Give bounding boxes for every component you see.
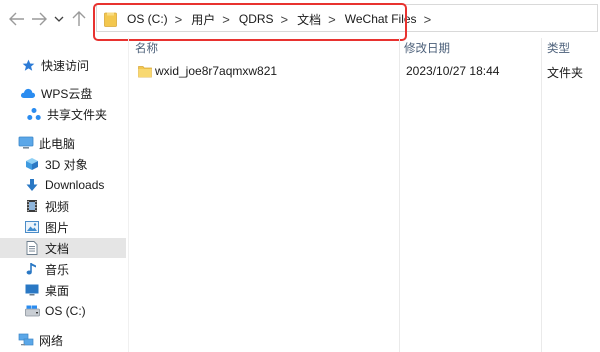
column-header-name[interactable]: 名称 bbox=[135, 40, 158, 56]
pane-divider bbox=[128, 38, 129, 352]
cloud-icon bbox=[20, 85, 36, 101]
sidebar-item-label: 桌面 bbox=[45, 283, 70, 298]
breadcrumb-item-drive[interactable]: OS (C:) bbox=[127, 12, 168, 26]
desktop-icon bbox=[24, 282, 40, 298]
sidebar-item-label: 图片 bbox=[45, 220, 70, 235]
star-icon bbox=[20, 57, 36, 73]
sidebar-item-network[interactable]: 网络 bbox=[0, 330, 144, 350]
file-modified: 2023/10/27 18:44 bbox=[406, 64, 500, 78]
column-divider[interactable] bbox=[541, 38, 542, 352]
music-icon bbox=[24, 261, 40, 277]
back-button[interactable] bbox=[8, 8, 26, 30]
sidebar-item-wps-cloud[interactable]: WPS云盘 bbox=[0, 83, 146, 103]
breadcrumb: OS (C:) > 用户 > QDRS > 文档 > WeChat Files … bbox=[104, 8, 440, 30]
breadcrumb-separator[interactable]: > bbox=[281, 12, 289, 27]
network-icon bbox=[18, 332, 34, 348]
breadcrumb-separator[interactable]: > bbox=[424, 12, 432, 27]
breadcrumb-separator[interactable]: > bbox=[175, 12, 183, 27]
folder-icon bbox=[104, 12, 117, 27]
sidebar-item-shared-folder[interactable]: 共享文件夹 bbox=[0, 104, 152, 124]
document-icon bbox=[24, 240, 40, 256]
sidebar-item-this-pc[interactable]: 此电脑 bbox=[0, 133, 144, 153]
share-icon bbox=[26, 106, 42, 122]
computer-icon bbox=[18, 135, 34, 151]
column-header-modified[interactable]: 修改日期 bbox=[404, 40, 450, 56]
up-button[interactable] bbox=[70, 8, 88, 30]
sidebar-item-label: WPS云盘 bbox=[41, 86, 93, 101]
image-icon bbox=[24, 219, 40, 235]
sidebar-item-label: OS (C:) bbox=[45, 304, 86, 318]
file-name: wxid_joe8r7aqmxw821 bbox=[155, 64, 278, 78]
column-divider[interactable] bbox=[399, 38, 400, 352]
breadcrumb-separator[interactable]: > bbox=[328, 12, 336, 27]
arrow-up-icon bbox=[72, 11, 86, 27]
breadcrumb-item-wechat-files[interactable]: WeChat Files bbox=[345, 12, 417, 26]
sidebar-item-label: 文档 bbox=[45, 241, 70, 256]
sidebar-item-label: 网络 bbox=[39, 333, 64, 348]
video-icon bbox=[24, 198, 40, 214]
breadcrumb-item-user[interactable]: QDRS bbox=[239, 12, 274, 26]
sidebar-item-quick-access[interactable]: 快速访问 bbox=[0, 55, 146, 75]
breadcrumb-item-users[interactable]: 用户 bbox=[191, 11, 215, 28]
folder-icon bbox=[138, 64, 152, 81]
breadcrumb-item-documents[interactable]: 文档 bbox=[297, 11, 321, 28]
table-row[interactable]: wxid_joe8r7aqmxw821 2023/10/27 18:44 文件夹 bbox=[130, 61, 600, 81]
forward-button[interactable] bbox=[30, 8, 48, 30]
file-type: 文件夹 bbox=[547, 66, 584, 80]
sidebar-item-label: 快速访问 bbox=[41, 58, 90, 73]
column-header-type[interactable]: 类型 bbox=[547, 40, 570, 56]
sidebar-item-label: 视频 bbox=[45, 199, 70, 214]
download-icon bbox=[24, 177, 40, 193]
sidebar-item-label: 此电脑 bbox=[39, 136, 76, 151]
sidebar-item-label: 3D 对象 bbox=[45, 157, 88, 172]
arrow-right-icon bbox=[31, 12, 47, 26]
sidebar-item-label: Downloads bbox=[45, 178, 105, 192]
sidebar-item-documents[interactable]: 文档 bbox=[0, 238, 126, 258]
sidebar-item-label: 音乐 bbox=[45, 262, 70, 277]
sidebar-item-label: 共享文件夹 bbox=[47, 107, 108, 122]
navigation-bar: OS (C:) > 用户 > QDRS > 文档 > WeChat Files … bbox=[0, 0, 600, 41]
drive-icon bbox=[24, 303, 40, 319]
cube-icon bbox=[24, 156, 40, 172]
recent-locations-button[interactable] bbox=[52, 8, 66, 30]
breadcrumb-separator[interactable]: > bbox=[222, 12, 230, 27]
navigation-pane: 快速访问 WPS云盘 共享文件夹 此电脑 3D 对象 Downloads 视频 … bbox=[0, 38, 128, 352]
chevron-down-icon bbox=[54, 15, 64, 23]
arrow-left-icon bbox=[9, 12, 25, 26]
